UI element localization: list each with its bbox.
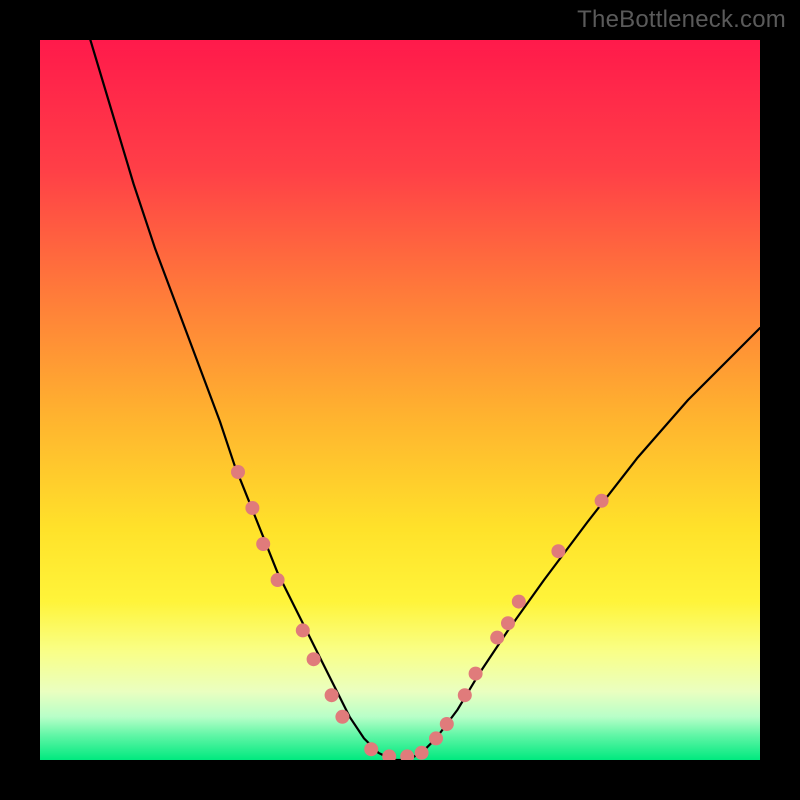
highlight-dot: [335, 710, 349, 724]
highlight-dot: [415, 746, 429, 760]
highlight-dot: [440, 717, 454, 731]
bottleneck-chart: [40, 40, 760, 760]
highlight-dot: [490, 631, 504, 645]
highlight-dot: [512, 595, 526, 609]
watermark-text: TheBottleneck.com: [577, 6, 786, 34]
highlight-dot: [458, 688, 472, 702]
highlight-dot: [595, 494, 609, 508]
gradient-background: [40, 40, 760, 760]
highlight-dot: [231, 465, 245, 479]
highlight-dot: [551, 544, 565, 558]
highlight-dot: [501, 616, 515, 630]
highlight-dot: [307, 652, 321, 666]
highlight-dot: [469, 667, 483, 681]
highlight-dot: [271, 573, 285, 587]
highlight-dot: [429, 731, 443, 745]
highlight-dot: [325, 688, 339, 702]
highlight-dot: [296, 623, 310, 637]
highlight-dot: [245, 501, 259, 515]
highlight-dot: [364, 742, 378, 756]
chart-frame: TheBottleneck.com: [0, 0, 800, 800]
highlight-dot: [256, 537, 270, 551]
